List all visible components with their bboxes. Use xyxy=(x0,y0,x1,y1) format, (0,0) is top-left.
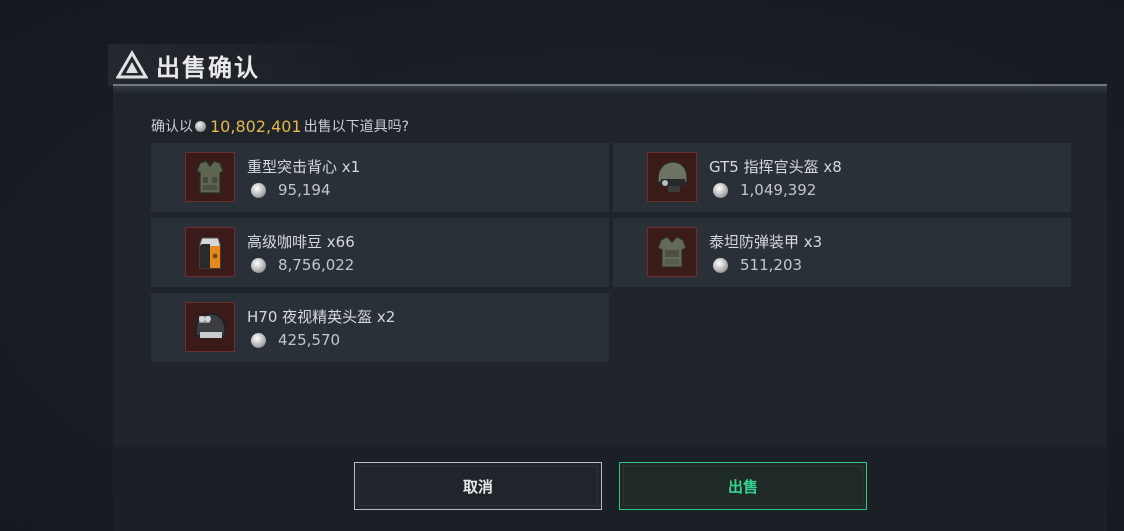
coin-icon xyxy=(251,257,266,273)
sell-button[interactable]: 出售 xyxy=(619,462,867,510)
coin-icon xyxy=(713,257,728,273)
item-name: H70 夜视精英头盔 x2 xyxy=(247,308,396,326)
item-price-value: 511,203 xyxy=(740,256,803,274)
confirm-message: 确认以 10,802,401 出售以下道具吗? xyxy=(151,116,409,136)
item-name: 重型突击背心 x1 xyxy=(247,158,361,176)
confirm-total-price: 10,802,401 xyxy=(210,116,302,136)
item-card-armor: 泰坦防弹装甲 x3 511,203 xyxy=(613,218,1071,287)
dialog-title: 出售确认 xyxy=(156,53,260,82)
item-price-value: 425,570 xyxy=(278,331,341,349)
confirm-suffix: 出售以下道具吗? xyxy=(303,119,410,135)
coffee-bag-icon xyxy=(185,227,235,277)
coin-icon xyxy=(195,120,206,132)
delta-logo-icon xyxy=(116,50,148,79)
sell-button-label: 出售 xyxy=(727,477,758,496)
dialog-title-bar: 出售确认 xyxy=(108,44,368,86)
cancel-button[interactable]: 取消 xyxy=(354,462,602,510)
coin-icon xyxy=(251,332,266,348)
item-price-value: 1,049,392 xyxy=(740,181,817,199)
item-name: GT5 指挥官头盔 x8 xyxy=(709,158,842,176)
item-price: 95,194 xyxy=(247,181,331,199)
item-card-helmet: GT5 指挥官头盔 x8 1,049,392 xyxy=(613,143,1071,212)
sell-confirm-panel: 确认以 10,802,401 出售以下道具吗? 重型突击背心 x1 95,194 xyxy=(113,84,1107,531)
item-price-value: 95,194 xyxy=(278,181,331,199)
coin-icon xyxy=(713,182,728,198)
vest-icon xyxy=(185,152,235,202)
item-card-vest: 重型突击背心 x1 95,194 xyxy=(151,143,609,212)
confirm-prefix: 确认以 xyxy=(151,119,193,135)
item-price: 511,203 xyxy=(709,256,802,274)
panel-top-glow xyxy=(113,86,1107,94)
night-vision-helmet-icon xyxy=(185,302,235,352)
dialog-footer xyxy=(113,446,1107,531)
item-price-value: 8,756,022 xyxy=(278,256,355,274)
cancel-button-label: 取消 xyxy=(462,477,493,496)
helmet-icon xyxy=(647,152,697,202)
item-card-coffee: 高级咖啡豆 x66 8,756,022 xyxy=(151,218,609,287)
item-card-night-vision-helmet: H70 夜视精英头盔 x2 425,570 xyxy=(151,293,609,362)
item-name: 泰坦防弹装甲 x3 xyxy=(709,233,823,251)
armor-icon xyxy=(647,227,697,277)
item-name: 高级咖啡豆 x66 xyxy=(247,233,355,251)
item-price: 1,049,392 xyxy=(709,181,816,199)
item-price: 8,756,022 xyxy=(247,256,354,274)
item-price: 425,570 xyxy=(247,331,340,349)
screen: 出售确认 确认以 10,802,401 出售以下道具吗? 重型突击背心 x1 9… xyxy=(0,0,1124,531)
coin-icon xyxy=(251,182,266,198)
